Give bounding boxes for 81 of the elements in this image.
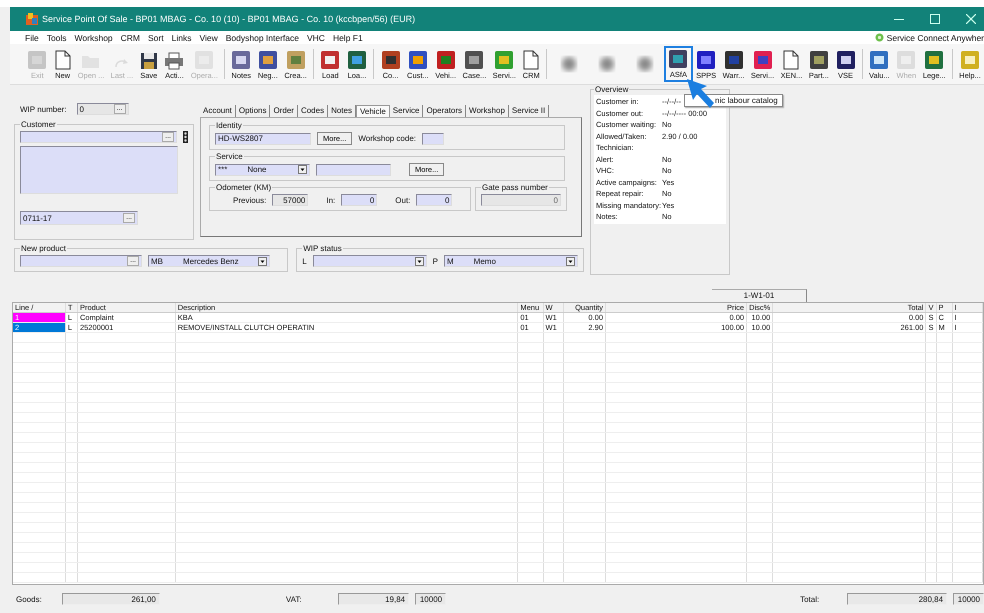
menu-item[interactable]: Workshop [74,32,113,42]
tile-icon [896,50,916,70]
field-label: L [302,256,307,266]
group-label: Service [215,152,244,161]
menu-item[interactable]: File [25,32,39,42]
menu-item[interactable]: Links [172,32,192,42]
vat-field: 19,84 [338,593,410,605]
app-icon [26,13,38,25]
total-code-field: 10000 [953,593,984,605]
maximize-icon[interactable] [930,14,940,24]
menu-item[interactable]: View [199,32,218,42]
document-icon [54,50,71,70]
menu-item[interactable]: Bodyshop Interface [226,32,299,42]
menu-item[interactable]: CRM [120,32,140,42]
tile-icon [27,50,48,70]
tooltip: nic labour catalog [684,94,783,107]
address-field[interactable] [20,146,178,194]
field-label: In: [326,196,336,204]
tile-icon [696,50,716,70]
service-connect-link[interactable]: Service Connect Anywher [886,32,984,42]
vat-code-field: 10000 [415,593,446,605]
field-label: Workshop code: [358,134,416,143]
previous-odometer-field: 57000 [272,194,308,206]
field-label: Total: [800,594,820,604]
document-icon [523,50,540,70]
menu-item[interactable]: Sort [148,32,164,42]
traffic-light-icon [183,131,188,143]
tile-icon [924,50,944,70]
menu-item[interactable]: Help F1 [332,32,363,42]
window-title: Service Point Of Sale - BP01 MBAG - Co. 10 (10) - BP01 MBAG - Co. 10 (kccbpen/56) (EUR) [42,14,416,24]
status-dropdown[interactable] [312,255,427,267]
grand-total-field: 280,84 [847,593,948,605]
field-label: Goods: [16,594,42,604]
tile-icon [752,50,773,70]
tile-icon [494,50,514,70]
document-icon [783,50,800,70]
group-label: Customer [20,120,57,129]
tile-icon [286,50,306,70]
odometer-out-field[interactable]: 0 [416,194,452,206]
status-dot-icon [874,33,884,42]
tile-icon [960,50,980,70]
tab[interactable]: Vehicle [356,105,390,117]
field-label: Out: [395,196,410,204]
odometer-in-field[interactable]: 0 [341,194,378,206]
redo-arrow-icon [114,56,130,70]
group-label: Overview [594,85,630,94]
group-label: Identity [215,121,243,130]
tile-icon [836,50,856,70]
tile-icon [436,50,456,70]
priority-dropdown[interactable]: M Memo [444,255,578,267]
field-label: VAT: [286,594,302,604]
menu-item[interactable]: Tools [46,32,67,42]
tile-icon [320,50,340,70]
tile-icon [869,50,890,70]
field-label: WIP number: [20,104,67,114]
plate-field[interactable]: HD-WS2807 [215,132,311,144]
tile-icon [724,50,744,70]
tile-icon [346,50,367,70]
make-dropdown[interactable]: MB Mercedes Benz [148,255,270,267]
close-icon[interactable] [966,14,976,24]
tile-icon [231,50,252,70]
tile-icon [464,50,484,70]
gate-pass-field: 0 [481,194,561,206]
tile-icon [808,50,829,70]
service-field[interactable] [316,164,391,176]
group-label: New product [20,244,67,253]
group-label: Odometer (KM) [215,183,272,192]
tile-icon [380,50,400,70]
pointer-arrow-icon [687,79,715,109]
tile-icon [258,50,278,70]
tile-icon [408,50,428,70]
group-label: WIP status [302,244,343,253]
field-label: Previous: [233,196,266,204]
printer-icon [164,52,184,70]
service-dropdown[interactable]: *** None [215,164,310,176]
tile-icon [668,49,688,69]
group-label: Gate pass number [481,183,549,192]
goods-total-field: 261,00 [62,593,160,605]
menu-item[interactable]: VHC [306,32,325,42]
field-label: P [432,256,438,266]
workshop-code-field[interactable] [422,132,444,144]
